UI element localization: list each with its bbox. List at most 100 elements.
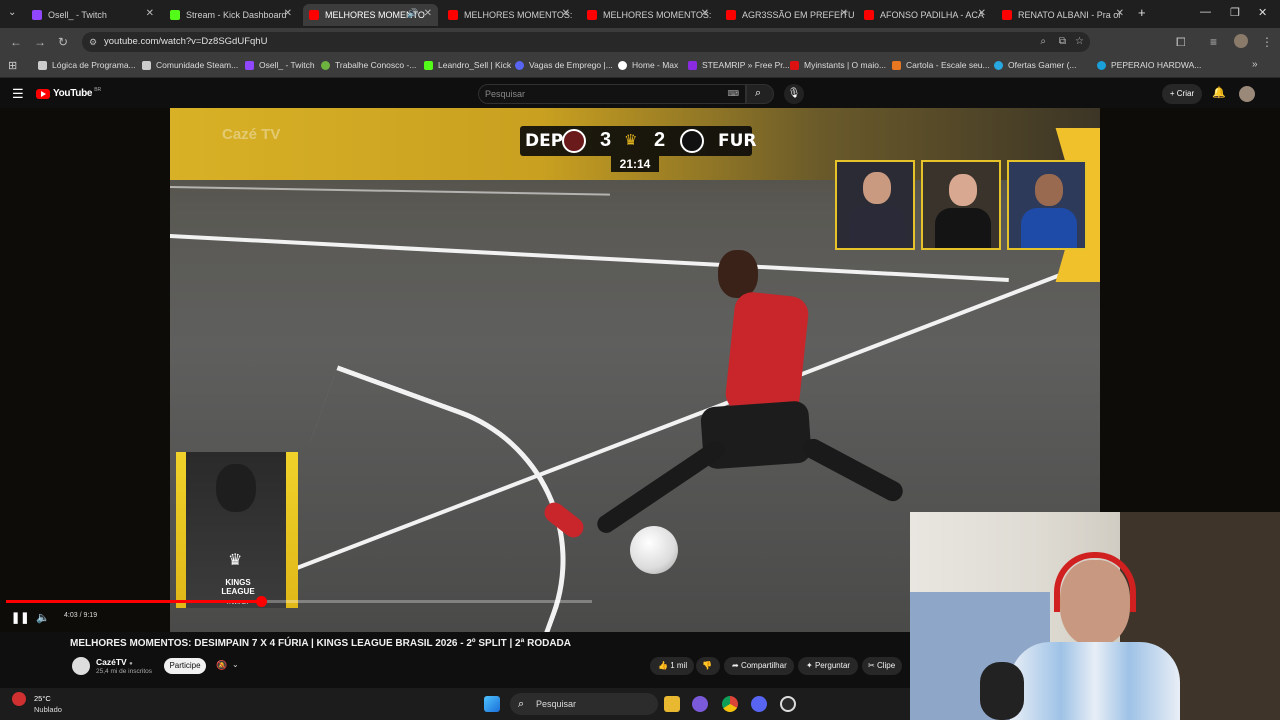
weather-icon[interactable] <box>12 692 26 706</box>
close-icon[interactable]: ✕ <box>284 8 292 19</box>
search-input[interactable]: Pesquisar ⌨ <box>478 84 746 104</box>
chrome-icon[interactable] <box>722 696 738 712</box>
bookmark-item[interactable]: Vagas de Emprego |... <box>515 60 613 70</box>
create-label: Criar <box>1176 89 1195 98</box>
browser-tab[interactable]: Osell_ - Twitch ✕ <box>26 4 160 26</box>
steam-icon <box>142 60 151 70</box>
bookmark-item[interactable]: Ofertas Gamer (... <box>994 60 1077 70</box>
bookmark-item[interactable]: Comunidade Steam... <box>142 60 238 70</box>
bookmark-item[interactable]: Cartola - Escale seu... <box>892 60 990 70</box>
bookmark-item[interactable]: Home - Max <box>618 60 678 70</box>
browser-tab[interactable]: AGR3SSÃO EM PREFEITU ✕ <box>720 4 854 26</box>
address-input[interactable]: ⚙ youtube.com/watch?v=Dz8SGdUFqhU ⌕ ⧉ ☆ <box>82 32 1090 52</box>
clip-button[interactable]: ✂ Clipe <box>862 657 902 675</box>
discord-icon[interactable] <box>751 696 767 712</box>
bookmark-item[interactable]: STEAMRIP » Free Pr... <box>688 60 790 70</box>
tab-label: AFONSO PADILHA - ACA <box>880 10 984 20</box>
youtube-logo[interactable]: YouTube BR <box>36 86 102 99</box>
player-head <box>718 250 758 298</box>
account-avatar[interactable] <box>1239 86 1255 102</box>
close-icon[interactable]: ✕ <box>562 8 570 19</box>
bookmark-icon <box>790 60 799 70</box>
app-icon[interactable] <box>692 696 708 712</box>
file-explorer-icon[interactable] <box>664 696 680 712</box>
bookmark-item[interactable]: Osell_ - Twitch <box>245 60 315 70</box>
progress-played <box>6 600 261 603</box>
more-bookmarks-icon[interactable]: » <box>1252 59 1258 70</box>
notification-bell-icon[interactable]: 🔕 <box>216 660 227 671</box>
apps-grid-icon[interactable]: ⊞ <box>8 59 17 72</box>
browser-tab[interactable]: Stream - Kick Dashboard ✕ <box>164 4 298 26</box>
volume-icon[interactable]: 🔈 <box>36 611 50 624</box>
tab-label: Osell_ - Twitch <box>48 10 107 20</box>
zoom-icon[interactable]: ⌕ <box>1040 32 1046 52</box>
progress-bar[interactable] <box>6 596 592 607</box>
search-placeholder: Pesquisar <box>485 89 526 99</box>
keyboard-icon[interactable]: ⌨ <box>727 85 739 103</box>
youtube-region: BR <box>94 86 102 93</box>
browser-tab[interactable]: MELHORES MOMENTOS: ✕ <box>581 4 715 26</box>
thumbs-up-icon: 👍 <box>658 661 668 670</box>
bookmark-star-icon[interactable]: ☆ <box>1075 32 1084 52</box>
ask-button[interactable]: ✦ Perguntar <box>798 657 858 675</box>
youtube-play-icon <box>36 88 50 99</box>
site-info-icon[interactable]: ⚙ <box>89 32 97 52</box>
join-button[interactable]: Participe <box>164 658 206 674</box>
close-window-icon[interactable]: ✕ <box>1258 6 1267 19</box>
dislike-button[interactable]: 👎 <box>696 657 720 675</box>
close-icon[interactable]: ✕ <box>146 8 154 19</box>
media-control-icon[interactable]: ≡ <box>1210 35 1217 49</box>
bookmark-icon <box>1097 60 1106 70</box>
tab-search-icon[interactable]: ⌄ <box>8 7 16 18</box>
clip-label: Clipe <box>876 661 896 670</box>
profile-avatar[interactable] <box>1234 34 1248 48</box>
voice-search-icon[interactable]: 🎙 <box>784 84 804 104</box>
audio-playing-icon[interactable]: 🔊 <box>407 8 418 19</box>
back-icon[interactable]: ← <box>10 35 22 49</box>
progress-scrubber[interactable] <box>256 596 267 607</box>
address-toolbar: ← → ↻ ⚙ youtube.com/watch?v=Dz8SGdUFqhU … <box>0 28 1280 56</box>
channel-avatar[interactable] <box>72 657 90 675</box>
create-button[interactable]: + Criar <box>1162 84 1202 104</box>
chevron-down-icon[interactable]: ⌄ <box>232 660 239 669</box>
browser-tab[interactable]: MELHORES MOMENTOS: ✕ <box>442 4 576 26</box>
bookmark-item[interactable]: Trabalhe Conosco -... <box>321 60 416 70</box>
close-icon[interactable]: ✕ <box>1116 8 1124 19</box>
taskbar-search[interactable]: ⌕ Pesquisar <box>510 693 658 715</box>
bookmark-label: Leandro_Sell | Kick <box>438 60 512 70</box>
bookmark-item[interactable]: PEPERAIO HARDWA... <box>1097 60 1201 70</box>
youtube-header: ☰ YouTube BR Pesquisar ⌨ ⌕ 🎙 + Criar 🔔 <box>0 78 1280 110</box>
search-button[interactable]: ⌕ <box>746 84 774 104</box>
kick-icon <box>424 60 433 70</box>
browser-tab[interactable]: AFONSO PADILHA - ACA ✕ <box>858 4 992 26</box>
court-line <box>170 186 610 196</box>
bookmark-item[interactable]: Lógica de Programa... <box>38 60 136 70</box>
close-icon[interactable]: ✕ <box>840 8 848 19</box>
notifications-bell-icon[interactable]: 🔔 <box>1212 86 1226 99</box>
browser-tab[interactable]: RENATO ALBANI - Pra or ✕ <box>996 4 1130 26</box>
bookmark-item[interactable]: Leandro_Sell | Kick <box>424 60 511 70</box>
restore-icon[interactable]: ❐ <box>1230 6 1240 19</box>
close-icon[interactable]: ✕ <box>978 8 986 19</box>
forward-icon[interactable]: → <box>34 35 46 49</box>
pause-icon[interactable]: ❚❚ <box>11 611 29 624</box>
new-tab-button[interactable]: + <box>1138 5 1146 20</box>
obs-icon[interactable] <box>780 696 796 712</box>
reload-icon[interactable]: ↻ <box>58 35 68 49</box>
browser-menu-icon[interactable]: ⋮ <box>1261 35 1273 49</box>
install-icon[interactable]: ⧉ <box>1059 32 1066 52</box>
bookmark-item[interactable]: Myinstants | O maio... <box>790 60 886 70</box>
channel-name-text: CazéTV <box>96 657 127 667</box>
minimize-icon[interactable]: — <box>1200 6 1211 18</box>
player-shirt <box>723 290 811 418</box>
windows-start-icon[interactable] <box>484 696 500 712</box>
close-icon[interactable]: ✕ <box>424 8 432 19</box>
extensions-icon[interactable]: ⧠ <box>1176 35 1186 50</box>
browser-tab-active[interactable]: MELHORES MOMENTO 🔊 ✕ <box>303 4 438 26</box>
channel-name[interactable]: CazéTV ● <box>96 657 133 667</box>
share-button[interactable]: ➦ Compartilhar <box>724 657 794 675</box>
hamburger-menu-icon[interactable]: ☰ <box>12 86 24 102</box>
crown-icon: ♛ <box>624 132 638 149</box>
like-button[interactable]: 👍 1 mil <box>650 657 694 675</box>
close-icon[interactable]: ✕ <box>701 8 709 19</box>
